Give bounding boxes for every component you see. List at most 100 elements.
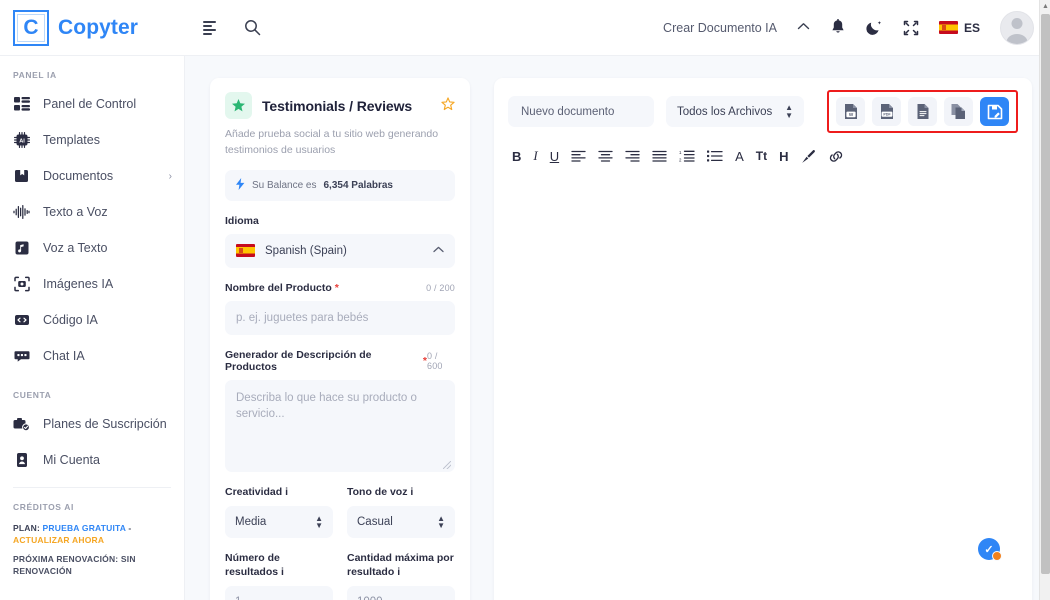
search-icon[interactable] bbox=[244, 19, 261, 36]
sidebar-item-label: Imágenes IA bbox=[43, 277, 114, 291]
topbar-left-icons bbox=[203, 19, 261, 36]
hamburger-menu-icon[interactable] bbox=[203, 20, 220, 35]
unordered-list-button[interactable] bbox=[707, 148, 723, 164]
bold-button[interactable]: B bbox=[512, 148, 521, 164]
tone-select[interactable]: Casual ▲ ▼ bbox=[347, 506, 455, 539]
sidebar-item-chat-ia[interactable]: Chat IA bbox=[0, 338, 184, 374]
check-glyph: ✓ bbox=[984, 543, 994, 556]
svg-text:2: 2 bbox=[679, 157, 682, 162]
product-name-label: Nombre del Producto * 0 / 200 bbox=[225, 282, 455, 294]
heading-button[interactable]: H bbox=[779, 148, 788, 164]
export-text-button[interactable] bbox=[908, 97, 937, 126]
form-header: Testimonials / Reviews bbox=[225, 92, 455, 119]
sidebar-item-codigo-ia[interactable]: Código IA bbox=[0, 302, 184, 338]
sidebar-item-texto-a-voz[interactable]: Texto a Voz bbox=[0, 194, 184, 230]
sidebar-item-label: Planes de Suscripción bbox=[43, 417, 167, 431]
max-amount-value: 1000 bbox=[357, 596, 383, 600]
resize-handle[interactable] bbox=[443, 460, 451, 469]
export-pdf-button[interactable]: PDF bbox=[872, 97, 901, 126]
chevron-up-icon[interactable] bbox=[797, 22, 810, 34]
product-description-textarea[interactable]: Describa lo que hace su producto o servi… bbox=[225, 379, 455, 472]
copy-document-button[interactable] bbox=[944, 97, 973, 126]
align-right-button[interactable] bbox=[625, 148, 640, 164]
results-count-label: Número de resultados i bbox=[225, 552, 333, 579]
export-word-button[interactable]: W bbox=[836, 97, 865, 126]
brand-name: Copyter bbox=[58, 15, 139, 39]
creativity-select[interactable]: Media ▲ ▼ bbox=[225, 506, 333, 539]
info-icon[interactable]: i bbox=[285, 486, 288, 498]
plan-upgrade-link[interactable]: ACTUALIZAR AHORA bbox=[13, 535, 104, 545]
subscription-icon bbox=[13, 416, 30, 433]
sidebar-item-label: Chat IA bbox=[43, 349, 85, 363]
info-icon[interactable]: i bbox=[410, 486, 413, 498]
sidebar-item-documentos[interactable]: Documentos › bbox=[0, 158, 184, 194]
waveform-icon bbox=[13, 204, 30, 221]
brand-mark-letter: C bbox=[23, 16, 39, 39]
scroll-up-arrow-icon[interactable]: ▲ bbox=[1042, 3, 1049, 10]
product-description-placeholder: Describa lo que hace su producto o servi… bbox=[236, 391, 417, 421]
page-scrollbar[interactable]: ▲ bbox=[1039, 0, 1050, 600]
tone-label-text: Tono de voz bbox=[347, 485, 408, 498]
scrollbar-thumb[interactable] bbox=[1041, 14, 1050, 574]
language-selector[interactable]: ES bbox=[938, 21, 980, 35]
language-label-text: Idioma bbox=[225, 214, 259, 227]
creativity-value: Media bbox=[235, 516, 267, 529]
bell-icon[interactable] bbox=[830, 19, 846, 36]
sidebar-item-label: Mi Cuenta bbox=[43, 453, 100, 467]
creativity-label: Creatividad i bbox=[225, 486, 333, 500]
code-icon bbox=[13, 312, 30, 329]
moon-icon[interactable] bbox=[866, 19, 883, 36]
green-star-icon bbox=[225, 92, 252, 119]
sidebar-item-label: Voz a Texto bbox=[43, 241, 108, 255]
link-button[interactable] bbox=[828, 148, 844, 164]
required-marker: * bbox=[334, 281, 339, 294]
document-name-input[interactable]: Nuevo documento bbox=[508, 96, 654, 127]
ordered-list-button[interactable]: 12 bbox=[679, 148, 695, 164]
align-center-button[interactable] bbox=[598, 148, 613, 164]
avatar[interactable] bbox=[1000, 10, 1034, 45]
results-count-input[interactable]: 1 bbox=[225, 586, 333, 600]
max-amount-input[interactable]: 1000 bbox=[347, 586, 455, 600]
product-description-counter: 0 / 600 bbox=[426, 350, 443, 371]
stepper-arrows-icon: ▲ ▼ bbox=[785, 103, 793, 120]
create-document-link[interactable]: Crear Documento IA bbox=[663, 21, 777, 35]
font-size-button[interactable]: Tt bbox=[756, 148, 767, 164]
fullscreen-icon[interactable] bbox=[903, 20, 919, 36]
tone-label: Tono de voz i bbox=[347, 486, 455, 500]
plan-prefix: PLAN: bbox=[13, 523, 40, 533]
sidebar: PANEL IA Panel de Control AI Templates D… bbox=[0, 56, 185, 600]
language-select[interactable]: Spanish (Spain) bbox=[225, 233, 455, 268]
align-justify-button[interactable] bbox=[652, 148, 667, 164]
italic-button[interactable]: I bbox=[533, 148, 537, 164]
save-document-button[interactable] bbox=[980, 97, 1009, 126]
star-outline-icon[interactable] bbox=[441, 97, 455, 114]
info-icon[interactable]: i bbox=[281, 566, 284, 578]
files-filter-select[interactable]: Todos los Archivos ▲ ▼ bbox=[666, 96, 804, 127]
align-left-button[interactable] bbox=[571, 148, 586, 164]
export-buttons-group: W PDF bbox=[827, 90, 1018, 133]
language-select-value: Spanish (Spain) bbox=[265, 244, 347, 257]
plan-separator: - bbox=[128, 523, 132, 533]
font-color-button[interactable]: A bbox=[735, 148, 744, 164]
sidebar-item-label: Código IA bbox=[43, 313, 98, 327]
brush-button[interactable] bbox=[801, 148, 816, 164]
sidebar-item-templates[interactable]: AI Templates bbox=[0, 122, 184, 158]
sidebar-item-mi-cuenta[interactable]: Mi Cuenta bbox=[0, 442, 184, 478]
underline-button[interactable]: U bbox=[550, 148, 559, 164]
info-icon[interactable]: i bbox=[397, 566, 400, 578]
sidebar-item-voz-a-texto[interactable]: Voz a Texto bbox=[0, 230, 184, 266]
camera-icon bbox=[13, 276, 30, 293]
editor-card: Nuevo documento Todos los Archivos ▲ ▼ W … bbox=[494, 78, 1032, 600]
product-name-input[interactable]: p. ej. juguetes para bebés bbox=[225, 300, 455, 335]
svg-text:PDF: PDF bbox=[883, 113, 891, 117]
results-count-value: 1 bbox=[235, 596, 241, 600]
sidebar-item-panel-de-control[interactable]: Panel de Control bbox=[0, 86, 184, 122]
sidebar-item-imagenes-ia[interactable]: Imágenes IA bbox=[0, 266, 184, 302]
sidebar-item-label: Templates bbox=[43, 133, 100, 147]
brand-logo[interactable]: C Copyter bbox=[0, 9, 185, 46]
documents-icon bbox=[13, 168, 30, 185]
sidebar-item-planes-de-suscripcion[interactable]: Planes de Suscripción bbox=[0, 406, 184, 442]
product-description-label-text: Generador de Descripción de Productos bbox=[225, 348, 372, 373]
svg-text:AI: AI bbox=[19, 139, 25, 145]
verified-check-icon[interactable]: ✓ bbox=[978, 538, 1002, 561]
